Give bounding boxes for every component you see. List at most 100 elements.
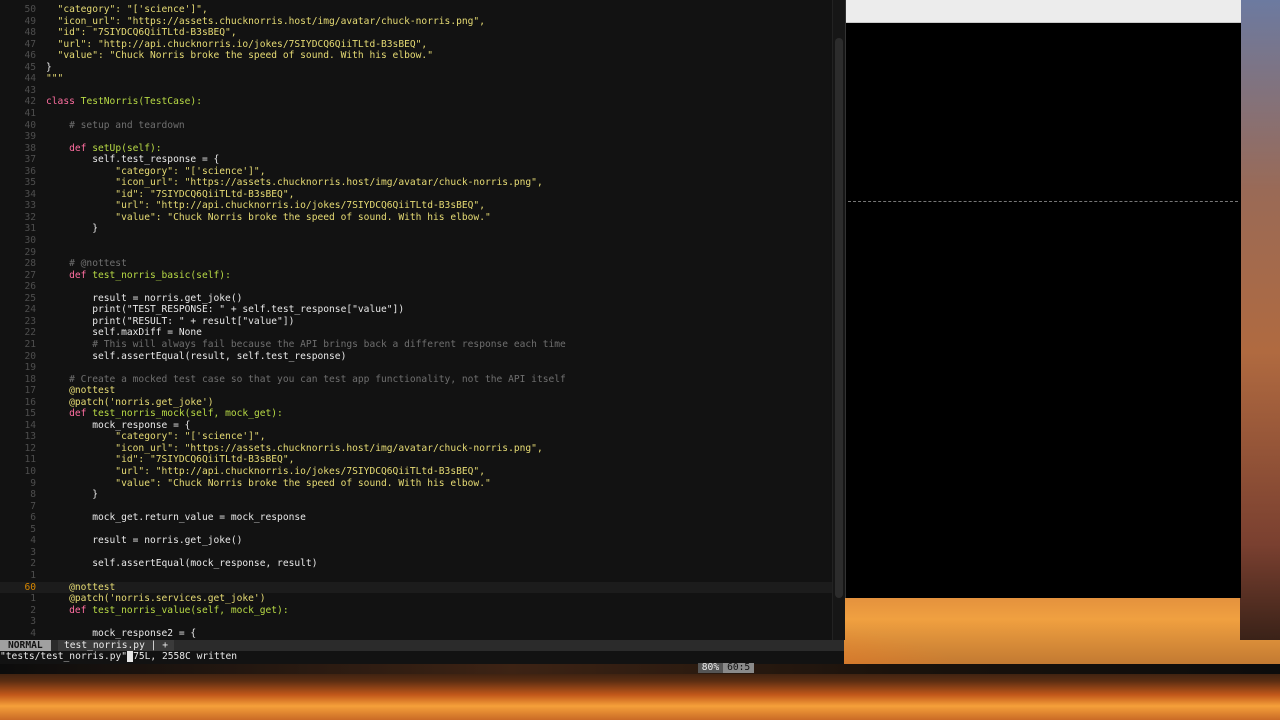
code-text: "icon_url": "https://assets.chucknorris.…	[46, 442, 543, 454]
code-line[interactable]: 23 print("RESULT: " + result["value"])	[0, 316, 832, 328]
code-text: "category": "['science']",	[46, 431, 266, 443]
code-line[interactable]: 49 "icon_url": "https://assets.chucknorr…	[0, 16, 832, 28]
line-number: 23	[24, 315, 36, 327]
code-line[interactable]: 13 "category": "['science']",	[0, 431, 832, 443]
code-line[interactable]: 32 "value": "Chuck Norris broke the spee…	[0, 212, 832, 224]
code-text: "value": "Chuck Norris broke the speed o…	[46, 477, 491, 489]
code-text: "url": "http://api.chucknorris.io/jokes/…	[46, 200, 485, 212]
code-text: """	[46, 73, 64, 85]
code-line[interactable]: 14 mock_response = {	[0, 420, 832, 432]
terminal-window[interactable]: 50 "category": "['science']", 49 "icon_ur…	[0, 0, 845, 673]
wallpaper-lake	[0, 664, 1280, 720]
line-number: 16	[24, 396, 36, 408]
code-line[interactable]: 11 "id": "7SIYDCQ6QiiTLtd-B3sBEQ",	[0, 454, 832, 466]
code-line[interactable]: 6 mock_get.return_value = mock_response	[0, 512, 832, 524]
code-text: @nottest	[46, 385, 116, 397]
code-line[interactable]: 3	[0, 547, 832, 559]
code-line[interactable]: 50 "category": "['science']",	[0, 4, 832, 16]
code-editor[interactable]: 50 "category": "['science']", 49 "icon_ur…	[0, 0, 832, 640]
code-text: "icon_url": "https://assets.chucknorris.…	[46, 15, 485, 27]
code-line[interactable]: 3	[0, 616, 832, 628]
code-line[interactable]: 16 @patch('norris.get_joke')	[0, 397, 832, 409]
line-number: 21	[24, 338, 36, 350]
code-line[interactable]: 34 "id": "7SIYDCQ6QiiTLtd-B3sBEQ",	[0, 189, 832, 201]
code-line[interactable]: 26	[0, 281, 832, 293]
code-line[interactable]: 7	[0, 501, 832, 513]
preview-window[interactable]	[845, 0, 1241, 598]
code-line[interactable]: 28 # @nottest	[0, 258, 832, 270]
code-line[interactable]: 31 }	[0, 223, 832, 235]
code-text: mock_get.return_value = mock_response	[46, 512, 306, 524]
code-line[interactable]: 29	[0, 247, 832, 259]
code-line[interactable]: 24 print("TEST_RESPONSE: " + self.test_r…	[0, 304, 832, 316]
code-text: self.assertEqual(result, self.test_respo…	[46, 350, 347, 362]
code-line[interactable]: 10 "url": "http://api.chucknorris.io/jok…	[0, 466, 832, 478]
code-line[interactable]: 30	[0, 235, 832, 247]
code-text: print("RESULT: " + result["value"])	[46, 315, 295, 327]
code-line[interactable]: 33 "url": "http://api.chucknorris.io/jok…	[0, 200, 832, 212]
code-line[interactable]: 60 @nottest	[0, 581, 832, 594]
line-number: 25	[24, 292, 36, 304]
code-line[interactable]: 48 "id": "7SIYDCQ6QiiTLtd-B3sBEQ",	[0, 27, 832, 39]
scrollbar-thumb[interactable]	[835, 38, 843, 598]
code-text: # @nottest	[46, 258, 127, 270]
code-line[interactable]: 12 "icon_url": "https://assets.chucknorr…	[0, 443, 832, 455]
mode-indicator: NORMAL	[0, 640, 51, 651]
code-text: "icon_url": "https://assets.chucknorris.…	[46, 177, 543, 189]
code-text: mock_response2 = {	[46, 627, 197, 639]
vim-command-line[interactable]: "tests/test_norris.py" 75L, 2558C written	[0, 651, 844, 663]
code-line[interactable]: 22 self.maxDiff = None	[0, 327, 832, 339]
code-line[interactable]: 38 def setUp(self):	[0, 143, 832, 155]
code-line[interactable]: 20 self.assertEqual(result, self.test_re…	[0, 351, 832, 363]
line-number: 10	[24, 466, 36, 477]
line-number: 38	[24, 142, 36, 154]
line-number: 60	[24, 581, 36, 593]
code-line[interactable]: 1	[0, 570, 832, 582]
code-line[interactable]: 1 @patch('norris.services.get_joke')	[0, 593, 832, 605]
code-line[interactable]: 8 }	[0, 489, 832, 501]
code-line[interactable]: 2 self.assertEqual(mock_response, result…	[0, 558, 832, 570]
code-line[interactable]: 4 mock_response2 = {	[0, 628, 832, 640]
line-number: 27	[24, 269, 36, 281]
code-line[interactable]: 4 result = norris.get_joke()	[0, 535, 832, 547]
code-line[interactable]: 27 def test_norris_basic(self):	[0, 270, 832, 282]
code-line[interactable]: 43	[0, 85, 832, 97]
code-line[interactable]: 15 def test_norris_mock(self, mock_get):	[0, 408, 832, 420]
code-line[interactable]: 19	[0, 362, 832, 374]
code-text: }	[46, 61, 52, 73]
line-number: 20	[24, 350, 36, 362]
editor-scrollbar[interactable]	[832, 0, 845, 640]
code-line[interactable]: 2 def test_norris_value(self, mock_get):	[0, 605, 832, 617]
line-number: 1	[30, 569, 36, 581]
code-line[interactable]: 47 "url": "http://api.chucknorris.io/jok…	[0, 39, 832, 51]
definition-name: test_norris_basic(self):	[92, 269, 231, 281]
line-number: 28	[24, 258, 36, 270]
code-line[interactable]: 25 result = norris.get_joke()	[0, 293, 832, 305]
line-number: 46	[24, 50, 36, 62]
code-line[interactable]: 5	[0, 524, 832, 536]
code-line[interactable]: 40 # setup and teardown	[0, 120, 832, 132]
code-line[interactable]: 42 class TestNorris(TestCase):	[0, 96, 832, 108]
code-line[interactable]: 36 "category": "['science']",	[0, 166, 832, 178]
code-line[interactable]: 44 """	[0, 73, 832, 85]
keyword: def	[69, 408, 87, 420]
code-text: self.test_response = {	[46, 154, 220, 166]
code-line[interactable]: 39	[0, 131, 832, 143]
code-line[interactable]: 41	[0, 108, 832, 120]
definition-name: setUp(self):	[92, 142, 162, 154]
code-line[interactable]: 9 "value": "Chuck Norris broke the speed…	[0, 478, 832, 490]
line-number: 2	[30, 558, 36, 570]
definition-name: TestNorris(TestCase):	[80, 96, 202, 108]
code-line[interactable]: 46 "value": "Chuck Norris broke the spee…	[0, 50, 832, 62]
code-line[interactable]: 17 @nottest	[0, 385, 832, 397]
cmdline-info: 75L, 2558C written	[133, 651, 238, 662]
preview-titlebar[interactable]	[846, 0, 1241, 23]
code-line[interactable]: 35 "icon_url": "https://assets.chucknorr…	[0, 177, 832, 189]
line-number: 44	[24, 73, 36, 85]
code-line[interactable]: 45}	[0, 62, 832, 74]
code-line[interactable]: 37 self.test_response = {	[0, 154, 832, 166]
code-line[interactable]: 18 # Create a mocked test case so that y…	[0, 374, 832, 386]
code-line[interactable]: 21 # This will always fail because the A…	[0, 339, 832, 351]
